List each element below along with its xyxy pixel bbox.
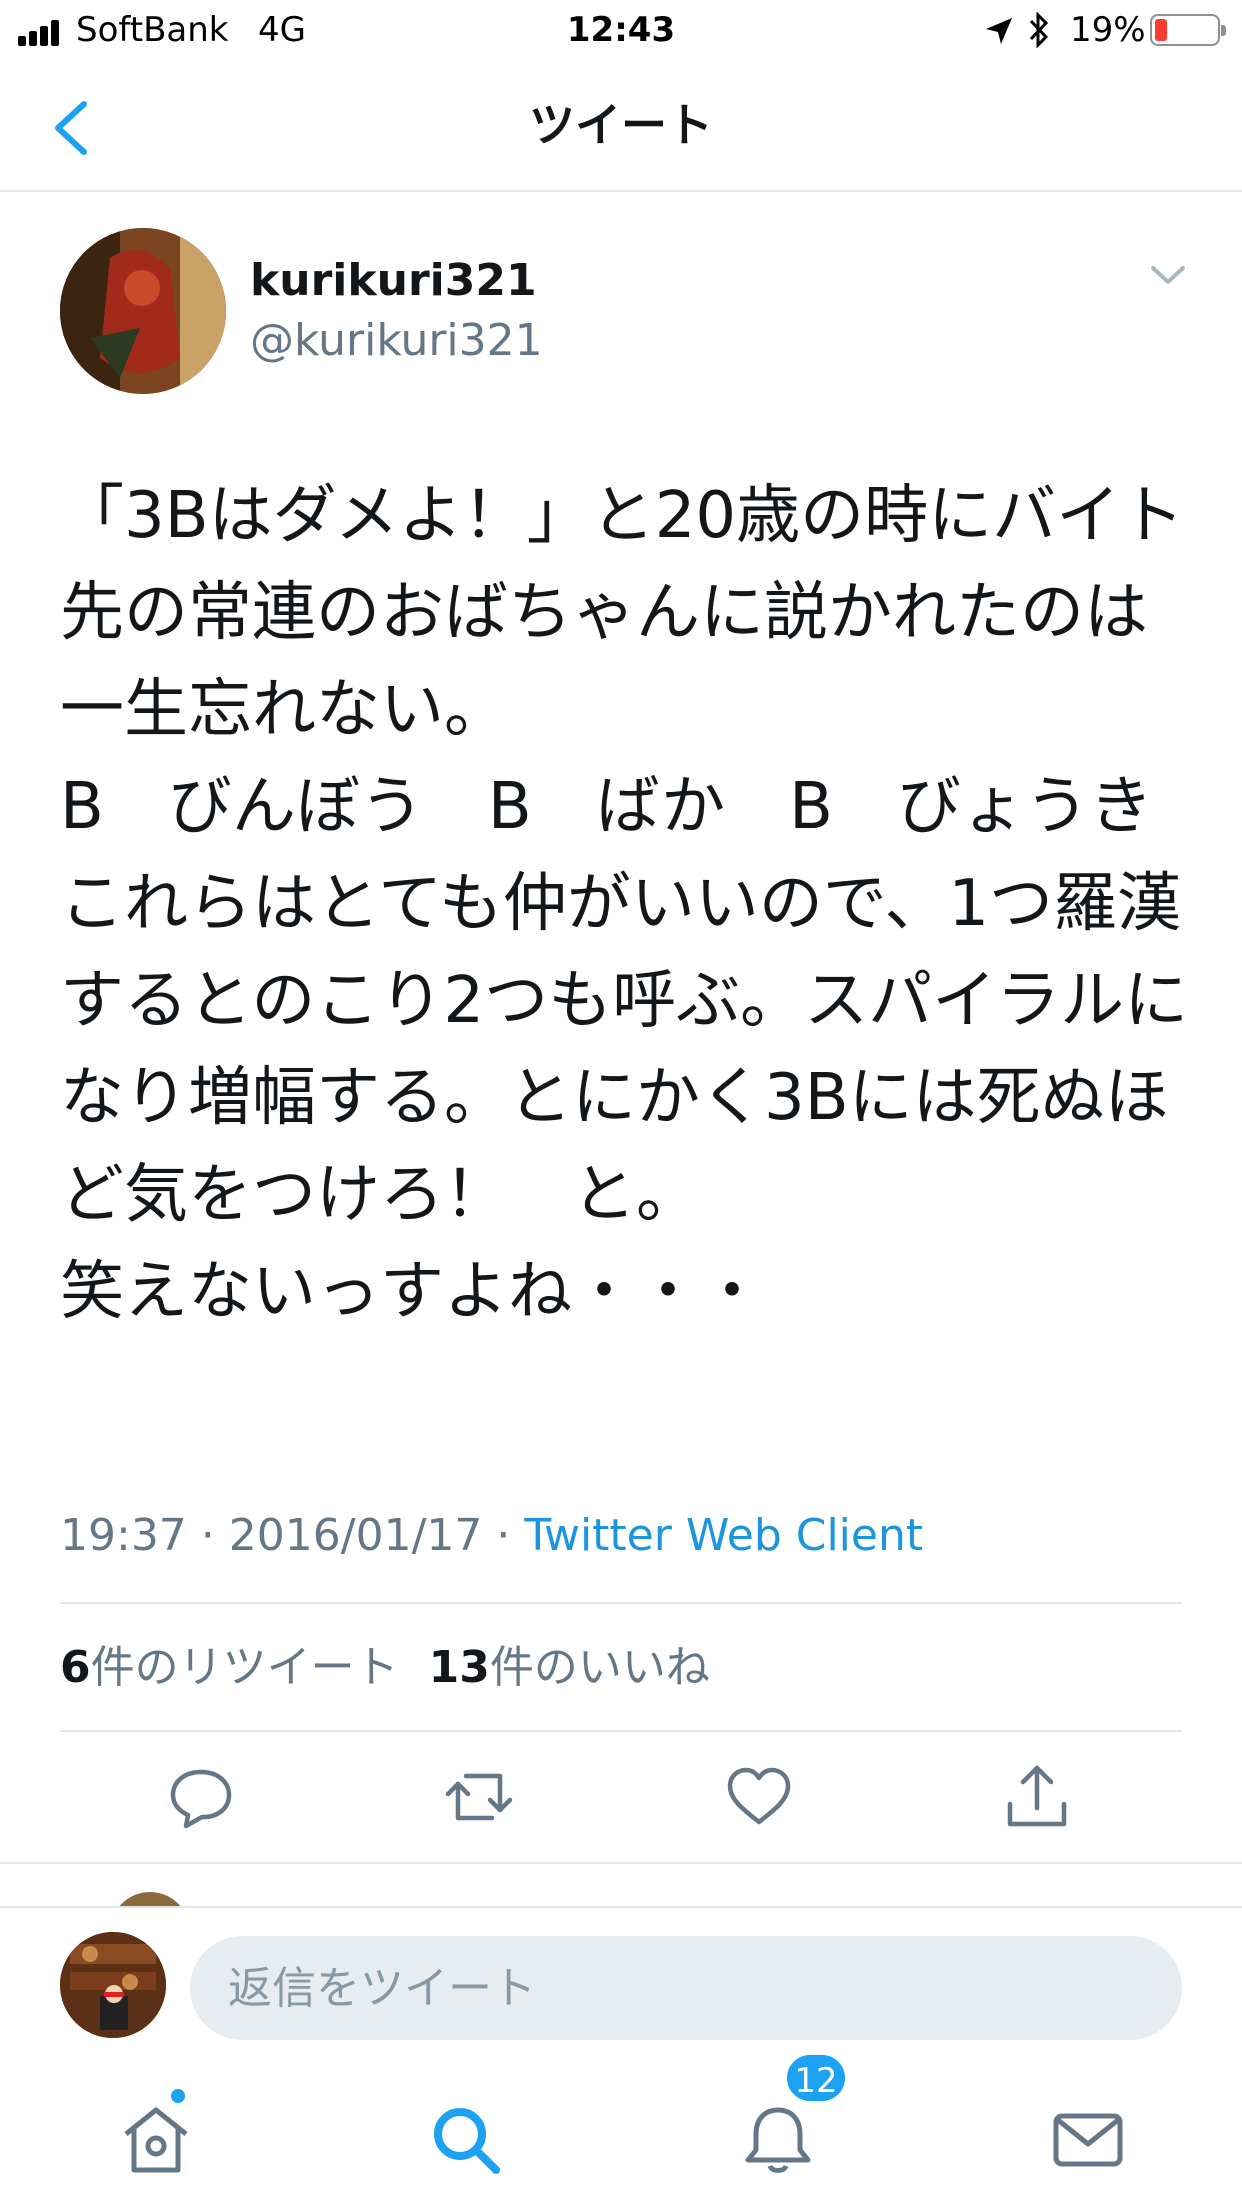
battery-icon [1150,14,1226,46]
user-handle[interactable]: @kurikuri321 [250,314,543,368]
bluetooth-icon [1029,12,1049,48]
battery-percent: 19% [1070,10,1146,50]
tweet-time: 19:37 [60,1510,187,1561]
tab-bar [0,2060,1242,2208]
navigation-bar: ツイート [0,60,1242,192]
divider [60,1602,1182,1604]
tweet-actions [0,1762,1242,1840]
reply-input[interactable] [190,1936,1182,2040]
reply-icon[interactable] [166,1762,236,1832]
share-icon[interactable] [1002,1762,1072,1832]
retweets-link[interactable]: 6件のリツイート [60,1642,399,1693]
reply-bar [0,1906,1242,2046]
chevron-down-icon[interactable] [1150,262,1186,288]
likes-link[interactable]: 13件のいいね [429,1642,710,1693]
location-icon [986,18,1012,44]
heart-icon[interactable] [724,1762,794,1832]
retweet-label: 件のリツイート [90,1642,399,1693]
tweet-date: 2016/01/17 [228,1510,483,1561]
next-tweet-peek [0,1868,1242,1908]
tweet-client-link[interactable]: Twitter Web Client [524,1510,923,1561]
engagement-counts: 6件のリツイート 13件のいいね [60,1640,710,1696]
display-name[interactable]: kurikuri321 [250,254,537,308]
home-icon[interactable] [116,2100,196,2180]
search-icon[interactable] [426,2100,506,2180]
like-label: 件のいいね [489,1642,710,1693]
tweet-metadata: 19:37 · 2016/01/17 · Twitter Web Client [60,1510,924,1561]
retweet-count: 6 [60,1642,91,1693]
page-title: ツイート [529,98,713,152]
avatar[interactable] [60,228,226,394]
my-avatar [60,1932,166,2038]
status-bar: SoftBank 4G 12:43 19% [0,0,1242,60]
notifications-badge: 12 [784,2052,848,2104]
messages-icon[interactable] [1048,2100,1128,2180]
clock: 12:43 [566,10,676,50]
home-unread-dot [168,2086,188,2106]
notifications-icon[interactable] [738,2100,818,2180]
like-count: 13 [428,1642,490,1693]
retweet-icon[interactable] [444,1762,514,1832]
tweet-text: 「3Bはダメよ！」と20歳の時にバイト先の常連のおばちゃんに説かれたのは一生忘れ… [60,479,1189,1329]
divider [0,1862,1242,1864]
divider [60,1730,1182,1732]
